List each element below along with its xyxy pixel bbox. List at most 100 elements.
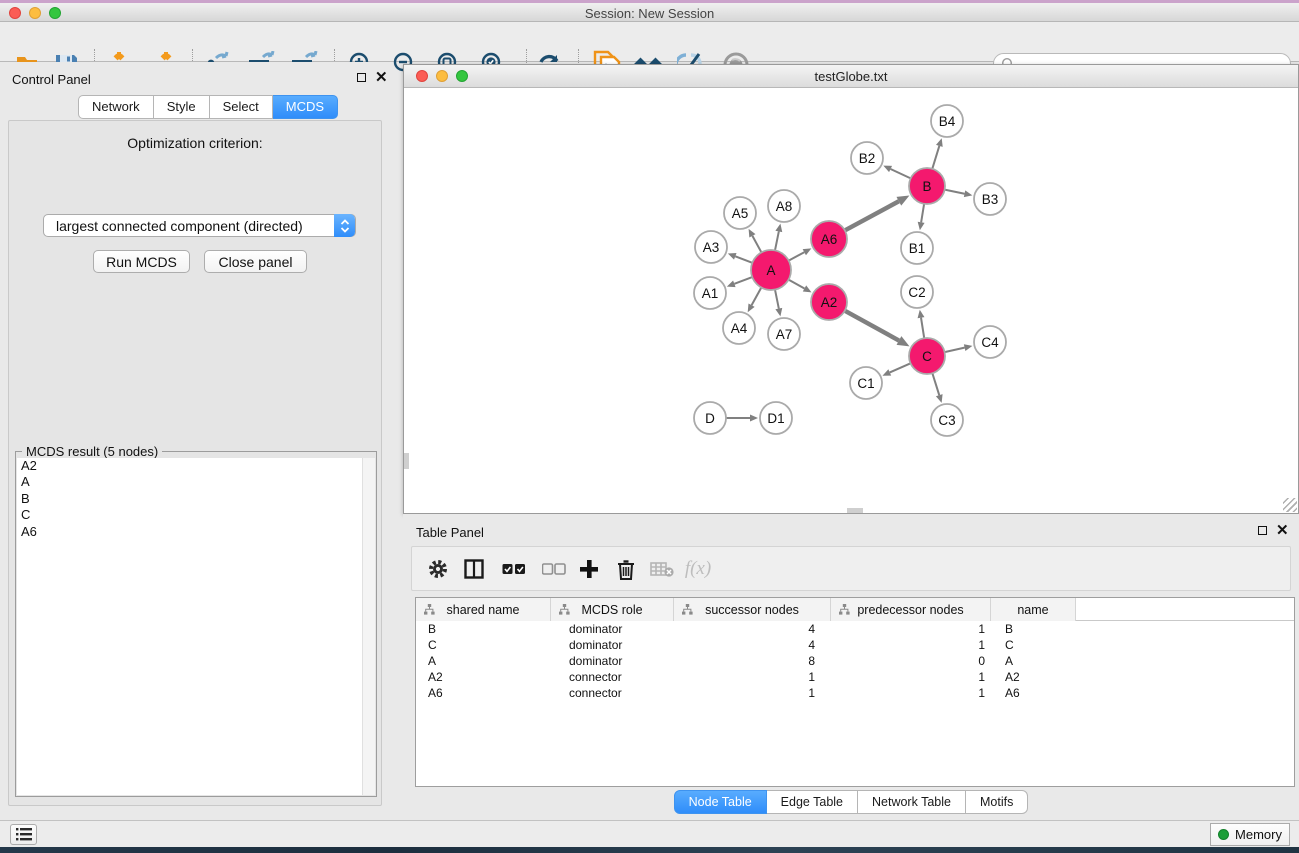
select-all-icon[interactable] [500, 555, 528, 583]
network-window-titlebar[interactable]: testGlobe.txt [404, 65, 1298, 88]
float-panel-icon[interactable] [357, 73, 366, 82]
column-header-predecessor-nodes[interactable]: predecessor nodes [831, 598, 991, 621]
table-header-row: shared nameMCDS rolesuccessor nodesprede… [416, 598, 1294, 621]
edge-B-B4 [932, 146, 939, 169]
task-history-button[interactable] [10, 824, 37, 845]
delete-column-icon[interactable] [612, 555, 640, 583]
arrowhead-icon [936, 394, 943, 403]
close-panel-button[interactable]: Close panel [204, 250, 307, 273]
result-item[interactable]: A6 [17, 524, 375, 540]
result-item[interactable]: A [17, 474, 375, 490]
delete-table-icon[interactable] [648, 555, 676, 583]
control-panel: Control Panel ✕ NetworkStyleSelectMCDS O… [0, 62, 390, 820]
tab-motifs[interactable]: Motifs [966, 790, 1028, 814]
table-row[interactable]: Bdominator41B [416, 621, 1294, 637]
table-tabs: Node TableEdge TableNetwork TableMotifs [403, 790, 1299, 814]
memory-button[interactable]: Memory [1210, 823, 1290, 846]
tab-network-table[interactable]: Network Table [858, 790, 966, 814]
tab-style[interactable]: Style [154, 95, 210, 119]
control-panel-title: Control Panel [12, 72, 91, 87]
node-label: A [766, 263, 775, 278]
table-cell: A [991, 654, 1076, 668]
table-row[interactable]: Cdominator41C [416, 637, 1294, 653]
node-label: A8 [776, 199, 793, 214]
column-header-name[interactable]: name [991, 598, 1076, 621]
node-label: C1 [857, 376, 874, 391]
arrowhead-icon [936, 138, 943, 147]
column-header-shared-name[interactable]: shared name [416, 598, 551, 621]
close-table-panel-icon[interactable]: ✕ [1276, 526, 1289, 535]
table-cell: connector [551, 686, 674, 700]
node-label: B3 [982, 192, 999, 207]
table-cell: A6 [991, 686, 1076, 700]
result-scrollbar[interactable] [362, 458, 375, 795]
float-table-panel-icon[interactable] [1258, 526, 1267, 535]
arrowhead-icon [775, 308, 782, 317]
edge-A-A8 [775, 231, 779, 250]
application-window: Session: New Session [0, 0, 1299, 853]
table-panel-title: Table Panel [416, 525, 484, 540]
table-cell: dominator [551, 622, 674, 636]
table-cell: A2 [416, 670, 551, 684]
window-resize-grip[interactable] [1283, 498, 1297, 512]
table-cell: 4 [674, 638, 831, 652]
edge-C-C3 [932, 373, 939, 395]
mcds-result-list: A2ABCA6 [17, 458, 375, 795]
network-view-window: testGlobe.txt B4B2BB3A8A5A6A3B1AC2A1A2A4… [403, 64, 1299, 514]
network-canvas[interactable]: B4B2BB3A8A5A6A3B1AC2A1A2A4A7C4CC1DD1C3 [404, 88, 1298, 513]
table-cell: 0 [831, 654, 991, 668]
result-item[interactable]: C [17, 507, 375, 523]
node-table: shared nameMCDS rolesuccessor nodesprede… [415, 597, 1295, 787]
result-item[interactable]: B [17, 491, 375, 507]
tab-edge-table[interactable]: Edge Table [767, 790, 858, 814]
table-cell: 8 [674, 654, 831, 668]
criterion-value: largest connected component (directed) [56, 218, 303, 234]
show-columns-icon[interactable] [460, 555, 488, 583]
criterion-dropdown[interactable]: largest connected component (directed) [43, 214, 356, 237]
table-cell: A [416, 654, 551, 668]
window-title: Session: New Session [0, 6, 1299, 21]
table-cell: C [991, 638, 1076, 652]
column-header-successor-nodes[interactable]: successor nodes [674, 598, 831, 621]
tab-mcds[interactable]: MCDS [273, 95, 338, 119]
result-item[interactable]: A2 [17, 458, 375, 474]
desktop-wallpaper-edge [0, 847, 1299, 853]
node-label: B2 [859, 151, 876, 166]
arrowhead-icon [750, 415, 758, 422]
arrowhead-icon [727, 281, 736, 288]
table-row[interactable]: Adominator80A [416, 653, 1294, 669]
window-titlebar: Session: New Session [0, 3, 1299, 22]
node-label: D [705, 411, 715, 426]
edge-C-C1 [890, 363, 911, 372]
function-builder-icon: f(x) [684, 555, 712, 583]
tab-network[interactable]: Network [78, 95, 154, 119]
table-cell: 1 [831, 622, 991, 636]
node-label: A3 [703, 240, 720, 255]
deselect-all-icon[interactable] [540, 555, 568, 583]
run-mcds-button[interactable]: Run MCDS [93, 250, 190, 273]
edge-A-A4 [752, 288, 762, 306]
node-label: A1 [702, 286, 719, 301]
node-label: C2 [908, 285, 925, 300]
table-cell: connector [551, 670, 674, 684]
node-label: A2 [821, 295, 838, 310]
tab-select[interactable]: Select [210, 95, 273, 119]
node-label: C4 [981, 335, 999, 350]
table-settings-icon[interactable] [424, 555, 452, 583]
tab-node-table[interactable]: Node Table [674, 790, 767, 814]
network-hscroll-thumb[interactable] [847, 508, 863, 513]
table-cell: 4 [674, 622, 831, 636]
edge-A-A1 [734, 277, 752, 284]
table-cell: 1 [831, 670, 991, 684]
add-column-icon[interactable] [575, 555, 603, 583]
main-toolbar [0, 22, 1299, 62]
column-header-MCDS-role[interactable]: MCDS role [551, 598, 674, 621]
table-row[interactable]: A6connector11A6 [416, 685, 1294, 701]
table-cell: dominator [551, 654, 674, 668]
memory-label: Memory [1235, 827, 1282, 842]
table-row[interactable]: A2connector11A2 [416, 669, 1294, 685]
close-panel-icon[interactable]: ✕ [375, 73, 388, 82]
edge-A-A6 [789, 252, 805, 260]
list-icon [16, 828, 32, 841]
network-vscroll-thumb[interactable] [404, 453, 409, 469]
